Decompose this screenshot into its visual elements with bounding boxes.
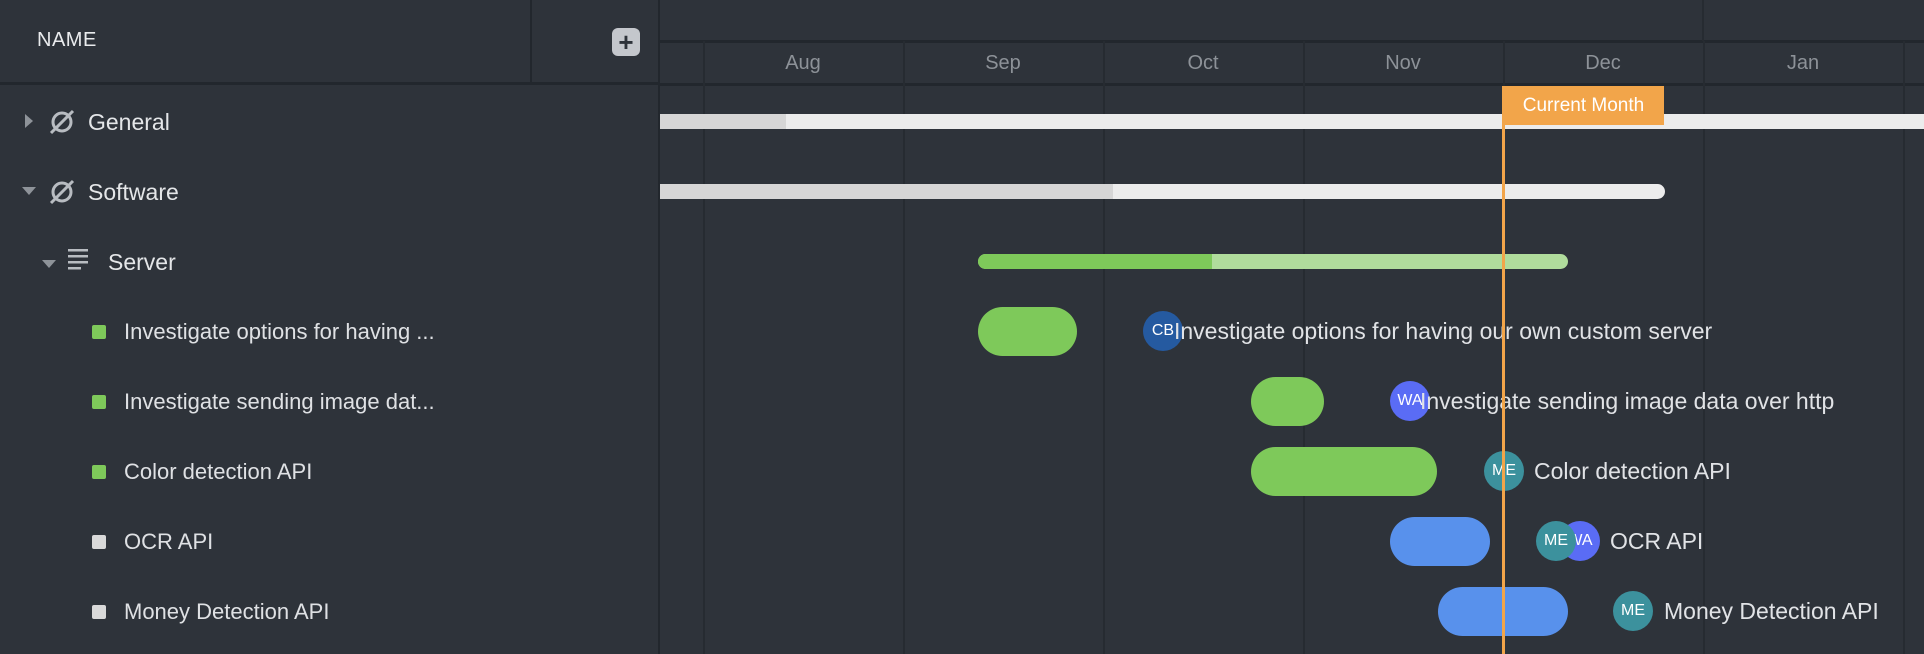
tree-row-software[interactable]: Software — [0, 157, 658, 227]
list-icon — [68, 249, 88, 270]
status-square-icon — [92, 465, 106, 479]
month-label: Sep — [985, 52, 1021, 74]
month-label: Nov — [1385, 52, 1421, 74]
task-row[interactable]: Money Detection API — [0, 577, 658, 647]
progress-fill — [660, 184, 1113, 199]
month-label: Jan — [1786, 52, 1820, 74]
tree-label: Server — [108, 249, 176, 275]
name-header: NAME + — [0, 0, 660, 85]
month-label: Oct — [1187, 52, 1219, 74]
month-gridline — [1303, 41, 1305, 654]
month-gridline — [903, 41, 905, 654]
task-row[interactable]: OCR API — [0, 507, 658, 577]
task-label: Color detection API — [124, 459, 313, 484]
task-bar-label: Money Detection API — [1664, 598, 1879, 624]
tree-row-general[interactable]: General — [0, 87, 658, 157]
collapse-caret-icon[interactable] — [22, 187, 36, 195]
task-bar[interactable] — [1251, 377, 1324, 426]
header-divider — [660, 83, 1924, 86]
planet-icon — [49, 179, 75, 205]
month-label: Aug — [785, 52, 821, 74]
status-square-icon — [92, 605, 106, 619]
tree-label: Software — [88, 179, 179, 205]
collapse-caret-icon[interactable] — [42, 260, 56, 268]
tree-row-server[interactable]: Server — [0, 227, 658, 297]
task-bar-label: Investigate sending image data over http — [1420, 388, 1835, 414]
status-square-icon — [92, 535, 106, 549]
task-bar-label: Color detection API — [1534, 458, 1731, 484]
expand-caret-icon[interactable] — [25, 114, 33, 128]
current-month-label: Current Month — [1503, 86, 1664, 125]
current-month-marker — [1502, 86, 1505, 654]
planet-icon — [49, 109, 75, 135]
tree-label: General — [88, 109, 170, 135]
month-label: Dec — [1585, 52, 1621, 74]
progress-fill — [978, 254, 1212, 269]
task-bar[interactable] — [1251, 447, 1437, 496]
task-bar[interactable] — [978, 307, 1077, 356]
name-panel: NAME + General Software Server Investiga… — [0, 0, 660, 654]
task-label: Money Detection API — [124, 599, 330, 624]
status-square-icon — [92, 395, 106, 409]
task-bar[interactable] — [1390, 517, 1490, 566]
task-row[interactable]: Investigate options for having ... — [0, 297, 658, 367]
month-gridline — [1903, 41, 1905, 654]
task-label: OCR API — [124, 529, 214, 554]
general-summary-bar[interactable] — [660, 114, 1924, 129]
year-divider — [1702, 0, 1704, 41]
software-summary-bar[interactable] — [660, 184, 1665, 199]
task-row[interactable]: Color detection API — [0, 437, 658, 507]
header-divider — [660, 40, 1924, 43]
name-column-header[interactable]: NAME — [37, 29, 97, 52]
month-gridline — [1703, 41, 1705, 654]
month-gridline — [703, 41, 705, 654]
add-item-button[interactable]: + — [612, 28, 640, 56]
server-summary-bar[interactable] — [978, 254, 1568, 269]
column-divider[interactable] — [530, 0, 532, 85]
task-bar-label: OCR API — [1610, 528, 1704, 554]
status-square-icon — [92, 325, 106, 339]
task-label: Investigate options for having ... — [124, 319, 435, 344]
task-bar-label: Investigate options for having our own c… — [1174, 318, 1713, 344]
task-label: Investigate sending image dat... — [124, 389, 435, 414]
month-gridline — [1103, 41, 1105, 654]
avatar: ME — [1613, 591, 1653, 631]
task-row[interactable]: Investigate sending image dat... — [0, 367, 658, 437]
gantt-timeline: Aug Sep Oct Nov Dec Jan CB Investigate o… — [660, 0, 1924, 654]
avatar: ME — [1536, 521, 1576, 561]
progress-fill — [660, 114, 786, 129]
